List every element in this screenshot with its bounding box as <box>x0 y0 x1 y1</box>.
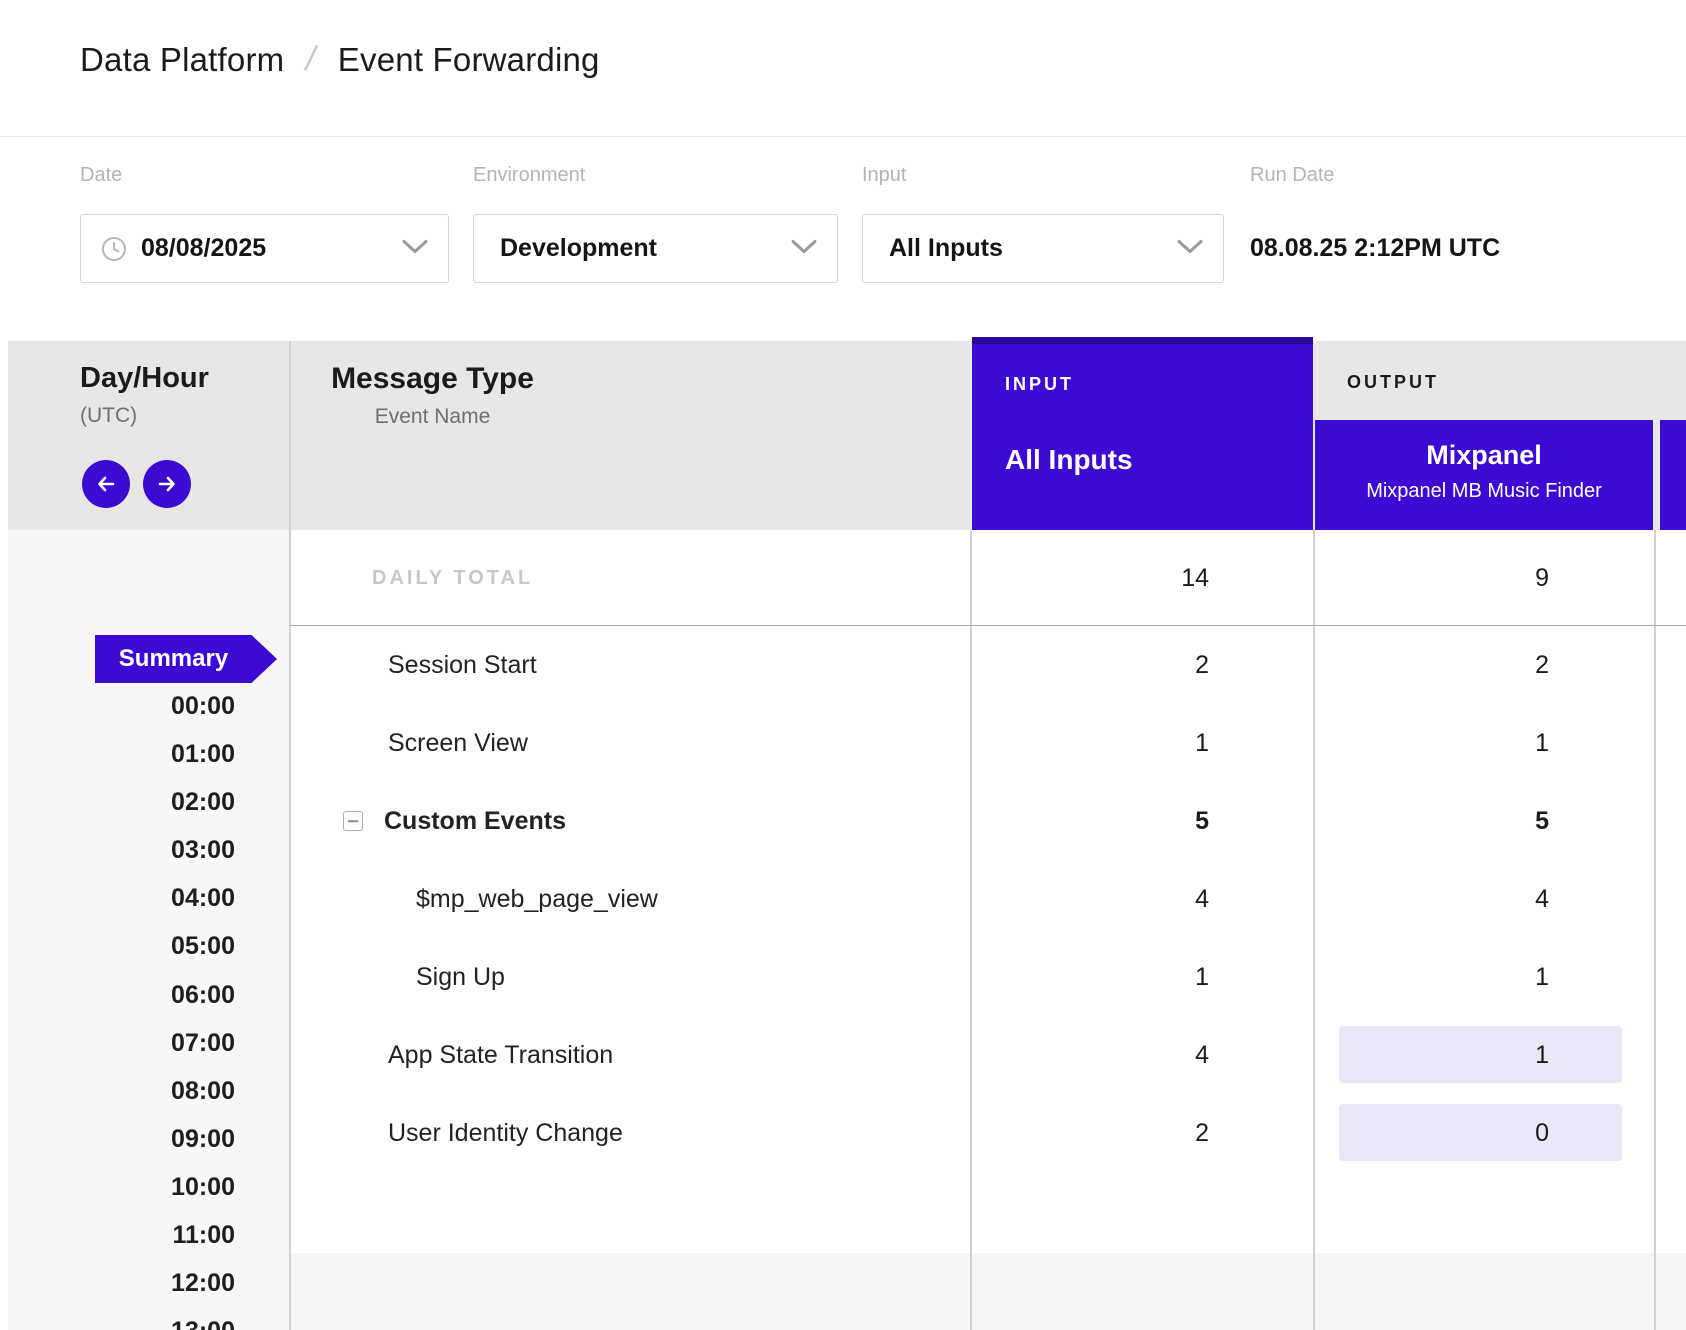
date-select[interactable]: 08/08/2025 <box>80 214 449 283</box>
page: Data Platform / Event Forwarding Date En… <box>0 0 1686 1330</box>
output-column-subtitle: Mixpanel MB Music Finder <box>1315 480 1653 503</box>
output-count: 0 <box>1315 1094 1602 1172</box>
date-select-value: 08/08/2025 <box>141 234 266 263</box>
hour-label[interactable]: 11:00 <box>8 1211 235 1259</box>
hour-label[interactable]: 00:00 <box>8 682 235 730</box>
daily-total-output-count: 9 <box>1315 530 1602 625</box>
arrow-left-icon <box>93 471 119 497</box>
table-row-user-identity-change: User Identity Change 2 0 <box>290 1094 1686 1172</box>
output-column-title: Mixpanel <box>1315 440 1653 471</box>
hour-label[interactable]: 13:00 <box>8 1307 235 1330</box>
table-row-session-start: Session Start 2 2 <box>290 626 1686 704</box>
daily-total-row: DAILY TOTAL 14 9 <box>290 530 1686 626</box>
hour-label[interactable]: 09:00 <box>8 1115 235 1163</box>
collapse-minus-icon[interactable] <box>343 811 363 831</box>
environment-select-value: Development <box>500 234 657 263</box>
hour-label[interactable]: 03:00 <box>8 826 235 874</box>
hour-label[interactable]: 04:00 <box>8 874 235 922</box>
run-date-value: 08.08.25 2:12PM UTC <box>1250 214 1500 283</box>
hour-label[interactable]: 02:00 <box>8 778 235 826</box>
breadcrumb-event-forwarding: Event Forwarding <box>338 41 600 79</box>
top-bar: Data Platform / Event Forwarding <box>0 0 1686 137</box>
input-count: 2 <box>971 1094 1261 1172</box>
previous-day-button[interactable] <box>82 460 130 508</box>
summary-row-badge[interactable]: Summary <box>95 635 277 683</box>
output-kicker: OUTPUT <box>1347 372 1439 393</box>
chevron-down-icon <box>1177 239 1203 258</box>
output-mixpanel-header: Mixpanel Mixpanel MB Music Finder <box>1315 420 1653 530</box>
table-row-custom-events: Custom Events 5 5 <box>290 782 1686 860</box>
breadcrumb: Data Platform / Event Forwarding <box>80 40 600 79</box>
event-name: User Identity Change <box>388 1094 623 1172</box>
output-count: 1 <box>1315 938 1602 1016</box>
input-column-header: INPUT All Inputs <box>972 337 1313 530</box>
run-date-label: Run Date <box>1250 164 1335 187</box>
day-hour-column-subtitle: (UTC) <box>80 404 137 428</box>
event-group-name: Custom Events <box>384 782 566 860</box>
environment-select[interactable]: Development <box>473 214 838 283</box>
event-name: Session Start <box>388 626 537 704</box>
input-count: 4 <box>971 1016 1261 1094</box>
breadcrumb-separator-icon: / <box>302 40 320 79</box>
input-count: 5 <box>971 782 1261 860</box>
environment-filter-label: Environment <box>473 164 585 187</box>
input-count: 1 <box>971 938 1261 1016</box>
event-name: App State Transition <box>388 1016 613 1094</box>
input-select-value: All Inputs <box>889 234 1003 263</box>
input-count: 2 <box>971 626 1261 704</box>
clock-icon <box>101 236 127 262</box>
table-row-sign-up: Sign Up 1 1 <box>290 938 1686 1016</box>
input-count: 1 <box>971 704 1261 782</box>
table-row-mp-web-page-view: $mp_web_page_view 4 4 <box>290 860 1686 938</box>
hour-label[interactable]: 12:00 <box>8 1259 235 1307</box>
hour-label[interactable]: 07:00 <box>8 1019 235 1067</box>
daily-total-label: DAILY TOTAL <box>372 530 533 626</box>
event-name: Screen View <box>388 704 528 782</box>
hour-label[interactable]: 08:00 <box>8 1067 235 1115</box>
input-select[interactable]: All Inputs <box>862 214 1224 283</box>
table-footer-band <box>290 1253 1686 1330</box>
output-count: 1 <box>1315 1016 1602 1094</box>
hour-label[interactable]: 01:00 <box>8 730 235 778</box>
input-count: 4 <box>971 860 1261 938</box>
hour-list: 00:00 01:00 02:00 03:00 04:00 05:00 06:0… <box>8 682 235 1330</box>
hour-label[interactable]: 05:00 <box>8 922 235 970</box>
message-type-header: Message Type Event Name <box>325 362 540 429</box>
message-type-title: Message Type <box>325 362 540 396</box>
output-count: 1 <box>1315 704 1602 782</box>
event-name-subtitle: Event Name <box>325 405 540 429</box>
output-count: 5 <box>1315 782 1602 860</box>
event-name: $mp_web_page_view <box>416 860 658 938</box>
date-filter-label: Date <box>80 164 122 187</box>
next-day-button[interactable] <box>143 460 191 508</box>
output-count: 4 <box>1315 860 1602 938</box>
arrow-right-icon <box>154 471 180 497</box>
output-next-column-header-partial <box>1660 420 1686 530</box>
input-column-title: All Inputs <box>1005 444 1133 476</box>
daily-total-input-count: 14 <box>971 530 1261 625</box>
hour-label[interactable]: 06:00 <box>8 971 235 1019</box>
event-name: Sign Up <box>416 938 505 1016</box>
hour-label[interactable]: 10:00 <box>8 1163 235 1211</box>
chevron-down-icon <box>791 239 817 258</box>
input-filter-label: Input <box>862 164 906 187</box>
table-row-screen-view: Screen View 1 1 <box>290 704 1686 782</box>
output-count: 2 <box>1315 626 1602 704</box>
input-kicker: INPUT <box>1005 374 1074 395</box>
chevron-down-icon <box>402 239 428 258</box>
table-row-app-state-transition: App State Transition 4 1 <box>290 1016 1686 1094</box>
breadcrumb-data-platform[interactable]: Data Platform <box>80 41 284 79</box>
day-hour-column-title: Day/Hour <box>80 362 209 395</box>
